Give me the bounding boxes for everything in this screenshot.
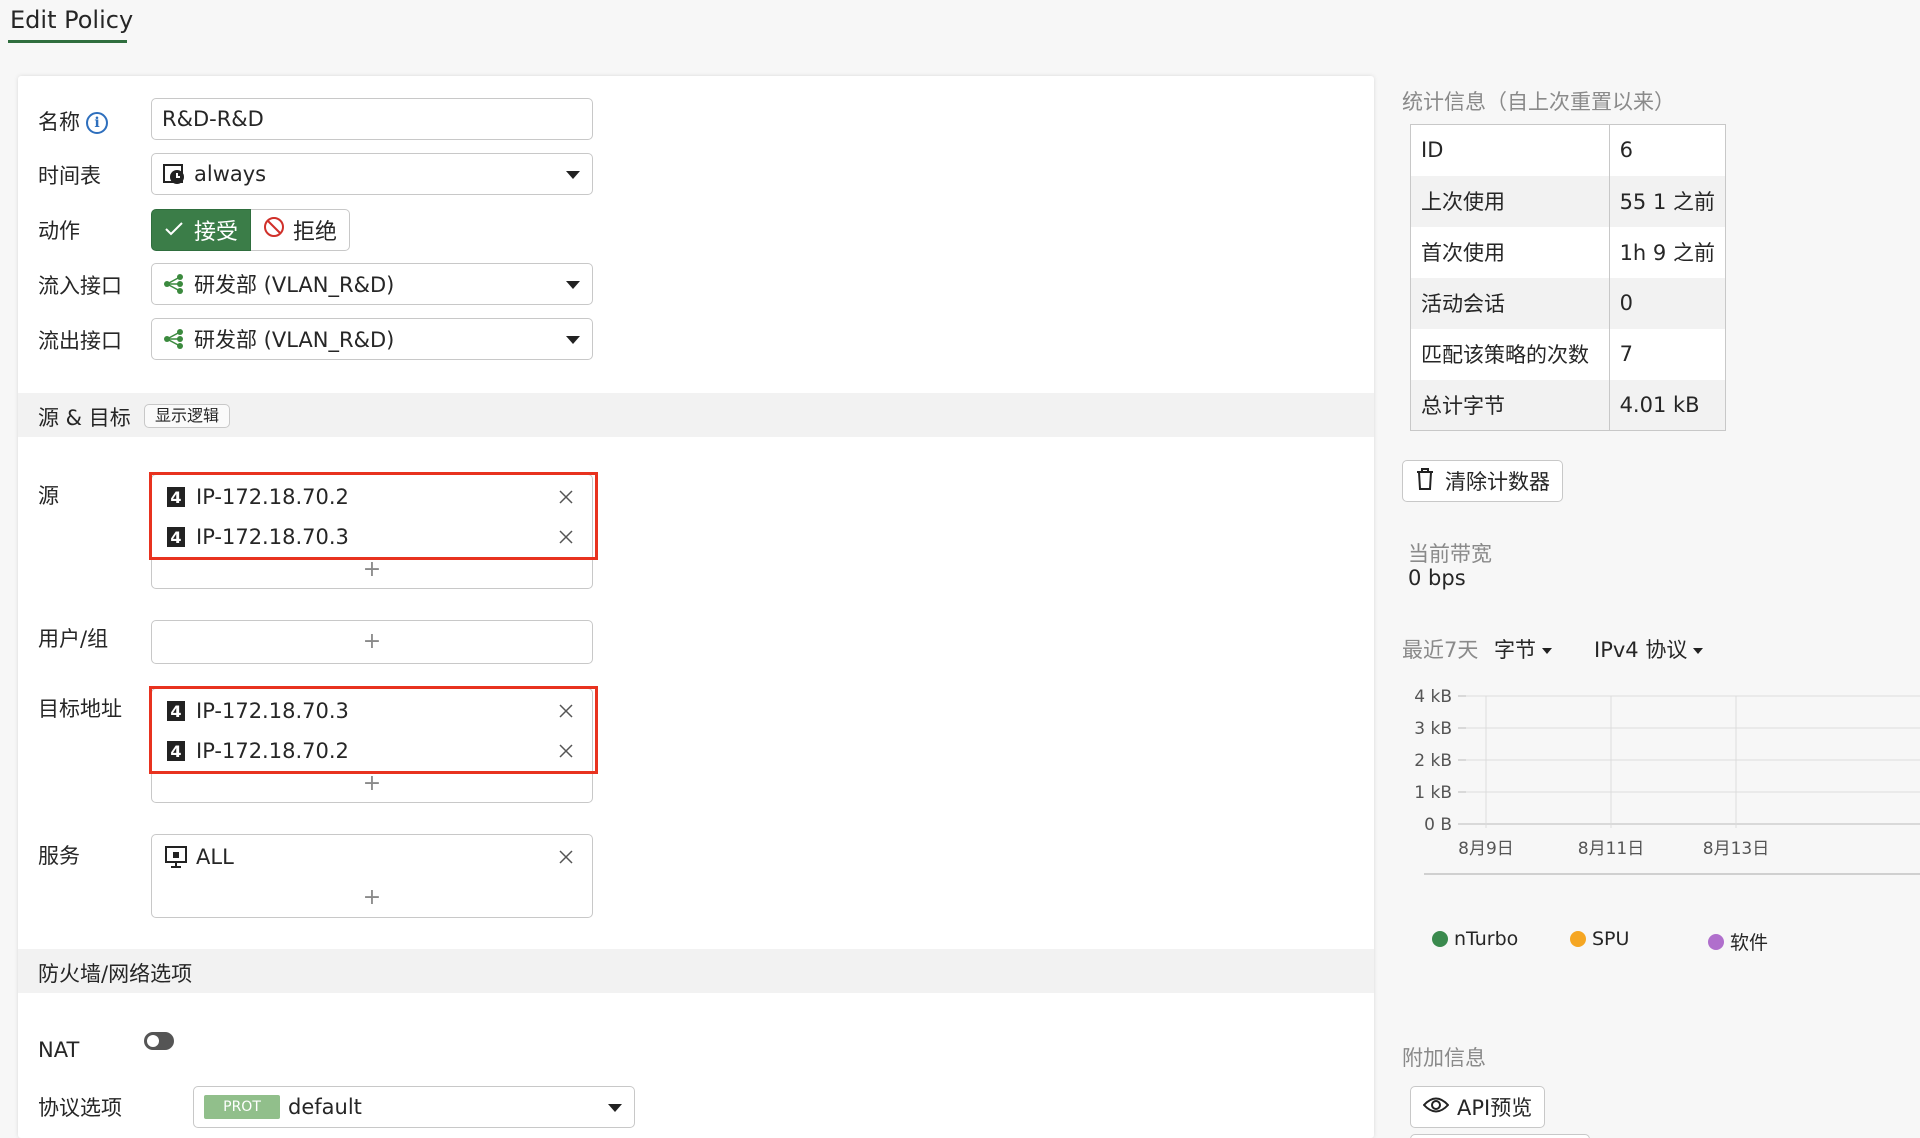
legend-item[interactable]: 软件 (1708, 928, 1768, 955)
stats-table: ID 6 上次使用 55 1 之前 首次使用 1h 9 之前 活动会话 0 匹配该策略的… (1410, 124, 1727, 431)
protocol-dropdown[interactable]: IPv4 协议 (1594, 634, 1704, 664)
network-interface-icon (162, 327, 186, 351)
chevron-down-icon (566, 171, 580, 179)
clear-counters-button[interactable]: 清除计数器 (1402, 460, 1563, 502)
service-member: ALL (164, 841, 584, 873)
extra-info-heading: 附加信息 (1402, 1046, 1486, 1070)
title-underline (8, 40, 127, 43)
x-tick-label: 8月13日 (1703, 839, 1769, 859)
incoming-interface-value: 研发部 (VLAN_R&D) (194, 273, 395, 297)
y-tick-label: 4 kB (1414, 687, 1452, 707)
incoming-interface-select[interactable]: 研发部 (VLAN_R&D) (151, 263, 593, 305)
eye-icon (1422, 1095, 1450, 1119)
network-interface-icon (162, 272, 186, 296)
add-user-group-button[interactable]: + (152, 627, 592, 657)
x-tick-label: 8月9日 (1458, 839, 1514, 859)
add-service-button[interactable]: + (152, 883, 592, 913)
table-row: 总计字节 4.01 kB (1410, 379, 1727, 431)
protocol-options-select[interactable]: PROT default (193, 1086, 635, 1128)
outgoing-interface-label: 流出接口 (38, 329, 122, 353)
user-group-label: 用户/组 (38, 627, 109, 651)
table-row: 匹配该策略的次数 7 (1410, 328, 1727, 380)
table-row: 活动会话 0 (1410, 277, 1727, 329)
additional-button[interactable] (1410, 1134, 1590, 1138)
nat-label: NAT (38, 1038, 80, 1062)
y-tick-label: 1 kB (1414, 783, 1452, 803)
period-label: 最近7天 (1402, 638, 1479, 662)
incoming-interface-label: 流入接口 (38, 274, 122, 298)
deny-button[interactable]: 拒绝 (251, 209, 351, 251)
show-logic-button[interactable]: 显示逻辑 (144, 404, 231, 428)
y-tick-label: 2 kB (1414, 751, 1452, 771)
schedule-clock-icon (162, 162, 186, 186)
protocol-options-label: 协议选项 (38, 1096, 122, 1120)
toggle-knob (147, 1035, 159, 1047)
chevron-down-icon (608, 1104, 622, 1112)
section-source-destination: 源 & 目标 显示逻辑 (18, 393, 1374, 437)
legend-dot (1432, 931, 1448, 947)
section-title: 防火墙/网络选项 (38, 962, 193, 986)
prot-badge: PROT (204, 1095, 280, 1119)
schedule-value: always (194, 162, 267, 186)
outgoing-interface-value: 研发部 (VLAN_R&D) (194, 328, 395, 352)
destination-highlight (149, 686, 598, 774)
protocol-options-value: default (288, 1095, 362, 1119)
y-tick-label: 0 B (1424, 815, 1452, 835)
y-tick-label: 3 kB (1414, 719, 1452, 739)
legend-item[interactable]: nTurbo (1432, 928, 1518, 950)
table-row: 上次使用 55 1 之前 (1410, 175, 1727, 227)
chart-legend: nTurbo SPU 软件 (1432, 928, 1912, 958)
action-toggle-group: 接受 拒绝 (151, 209, 351, 251)
deny-icon (263, 216, 285, 244)
check-icon (164, 218, 184, 243)
api-preview-button[interactable]: API预览 (1410, 1086, 1546, 1128)
chevron-down-icon (1693, 648, 1704, 654)
destination-label: 目标地址 (38, 697, 122, 721)
stats-heading: 统计信息（自上次重置以来） (1402, 90, 1675, 114)
page-title: Edit Policy (10, 6, 134, 34)
name-label: 名称 i (38, 106, 108, 136)
policy-form-panel: 名称 i R&D-R&D 时间表 always 动作 接受 拒绝 流入接口 研发… (18, 76, 1374, 1138)
metric-dropdown[interactable]: 字节 (1494, 634, 1552, 664)
section-firewall-network: 防火墙/网络选项 (18, 949, 1374, 993)
service-label: 服务 (38, 844, 80, 868)
name-input[interactable]: R&D-R&D (151, 98, 593, 140)
schedule-label: 时间表 (38, 164, 101, 188)
bandwidth-value: 0 bps (1408, 566, 1466, 590)
user-group-members: + (151, 620, 593, 664)
legend-dot (1570, 931, 1586, 947)
page-header: Edit Policy (0, 0, 1920, 58)
x-tick-label: 8月11日 (1578, 839, 1644, 859)
service-members: ALL + (151, 834, 593, 918)
bandwidth-heading: 当前带宽 (1408, 542, 1492, 566)
service-monitor-icon (164, 845, 188, 869)
outgoing-interface-select[interactable]: 研发部 (VLAN_R&D) (151, 318, 593, 360)
source-highlight (149, 472, 598, 560)
legend-dot (1708, 933, 1724, 950)
source-label: 源 (38, 484, 59, 508)
nat-toggle[interactable] (144, 1032, 174, 1050)
chevron-down-icon (1542, 648, 1552, 654)
table-row: 首次使用 1h 9 之前 (1410, 226, 1727, 278)
action-label: 动作 (38, 219, 80, 243)
chevron-down-icon (566, 336, 580, 344)
chevron-down-icon (566, 281, 580, 289)
info-icon[interactable]: i (86, 112, 108, 134)
schedule-select[interactable]: always (151, 153, 593, 195)
table-row: ID 6 (1410, 124, 1727, 176)
close-icon[interactable] (556, 847, 576, 867)
legend-item[interactable]: SPU (1570, 928, 1629, 950)
trash-icon (1415, 467, 1435, 496)
accept-button[interactable]: 接受 (151, 209, 252, 251)
section-title: 源 & 目标 (38, 406, 131, 430)
